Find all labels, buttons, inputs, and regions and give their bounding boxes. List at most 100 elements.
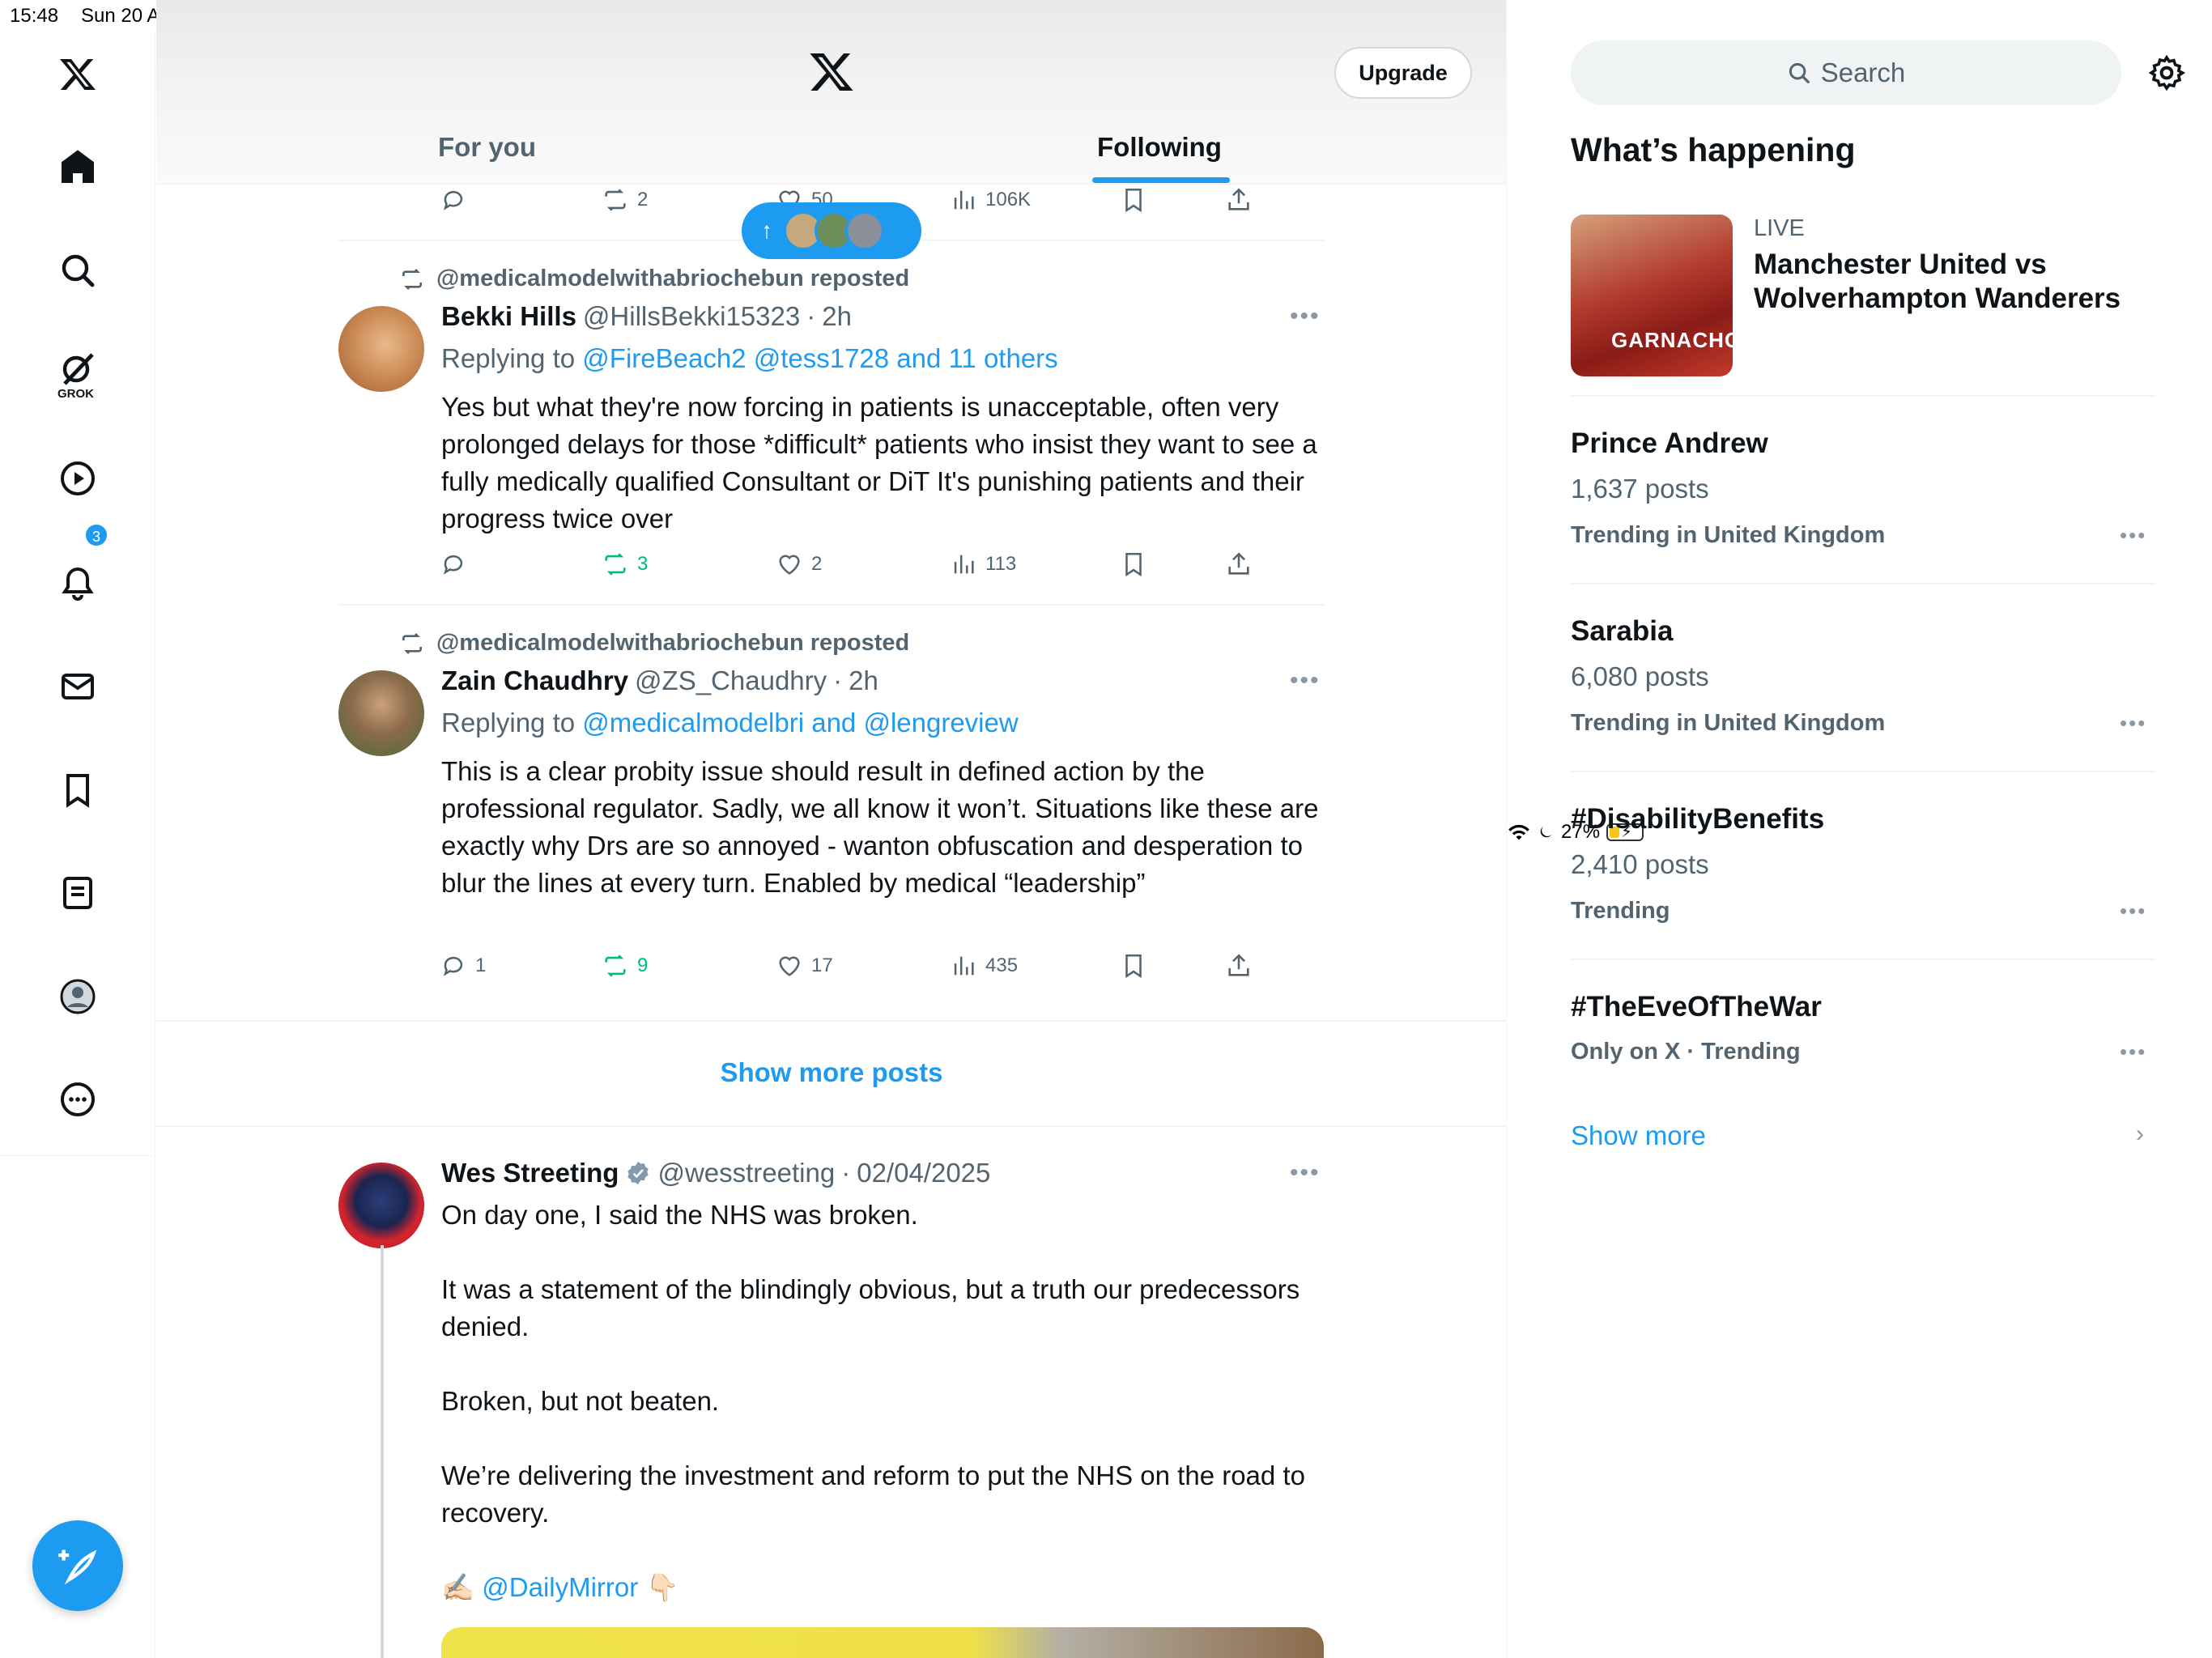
replying-to-link[interactable]: @medicalmodelbri and @lengreview (582, 708, 1018, 738)
author-handle[interactable]: @HillsBekki15323 (583, 301, 800, 332)
tweet-actions: 3 2 113 (440, 551, 1249, 583)
gear-icon[interactable] (2147, 53, 2186, 92)
more-icon[interactable]: ••• (2120, 1039, 2146, 1065)
trend-context: Trending in United Kingdom (1571, 522, 1886, 548)
x-logo-icon[interactable] (49, 45, 107, 104)
trend-name[interactable]: Prince Andrew (1571, 427, 1768, 460)
profile-icon[interactable] (49, 967, 107, 1026)
heart-icon (779, 956, 800, 976)
show-more-link[interactable]: Show more (1571, 1120, 1706, 1151)
tweet-media-image[interactable] (441, 1627, 1324, 1658)
tweet-line: Broken, but not beaten. (441, 1386, 720, 1416)
status-time: 15:48 (10, 5, 59, 27)
arrow-up-icon: ↑ (761, 218, 772, 243)
retweet-count: 3 (637, 553, 649, 575)
like-button[interactable]: 2 (776, 551, 822, 578)
avatar[interactable] (338, 306, 424, 392)
more-icon[interactable]: ••• (1290, 1159, 1321, 1187)
retweet-icon (605, 189, 626, 211)
retweet-icon (605, 553, 626, 576)
avatar[interactable] (338, 670, 424, 756)
more-icon[interactable]: ••• (2120, 899, 2146, 924)
show-more-posts-button[interactable]: Show more posts (156, 1020, 1506, 1125)
author-name[interactable]: Bekki Hills (441, 301, 576, 332)
divider (1571, 771, 2155, 772)
active-tab-indicator (1092, 177, 1230, 183)
replying-to-link[interactable]: @FireBeach2 @tess1728 and 11 others (582, 343, 1057, 373)
trend-name[interactable]: Sarabia (1571, 615, 1673, 648)
more-icon[interactable]: ••• (2120, 711, 2146, 736)
share-icon (1228, 188, 1249, 210)
live-event-image[interactable]: GARNACHO (1571, 215, 1733, 376)
divider (1571, 959, 2155, 960)
author-name[interactable]: Zain Chaudhry (441, 665, 628, 696)
bookmarks-icon[interactable] (49, 761, 107, 819)
mention-link[interactable]: @DailyMirror (482, 1572, 638, 1602)
views-button[interactable]: 435 (950, 952, 1018, 980)
lists-icon[interactable] (49, 864, 107, 922)
tweet-line: It was a statement of the blindingly obv… (441, 1274, 1300, 1341)
bookmark-button[interactable] (1120, 186, 1147, 214)
share-button[interactable] (1225, 186, 1253, 214)
bookmark-icon (1125, 552, 1142, 577)
tweet-date[interactable]: 02/04/2025 (857, 1158, 990, 1188)
live-label: LIVE (1754, 215, 1805, 241)
retweet-button[interactable]: 9 (602, 952, 648, 980)
main-timeline: Upgrade For you Following ↑ 2 50 106K @m… (156, 0, 1507, 1658)
tweet-line: On day one, I said the NHS was broken. (441, 1200, 918, 1230)
like-count: 17 (811, 954, 833, 976)
reply-button[interactable] (440, 186, 467, 214)
author-name[interactable]: Wes Streeting (441, 1158, 619, 1188)
like-button[interactable]: 17 (776, 952, 833, 980)
tab-following[interactable]: Following (1097, 132, 1222, 163)
search-input[interactable]: Search (1571, 40, 2121, 105)
divider (156, 1125, 1506, 1127)
trend-count: 2,410 posts (1571, 849, 1709, 879)
more-icon[interactable]: ••• (1290, 667, 1321, 695)
retweet-count: 9 (637, 954, 649, 976)
more-options-icon[interactable] (49, 1070, 107, 1129)
views-button[interactable]: 106K (950, 186, 1031, 214)
new-posts-pill[interactable]: ↑ (742, 202, 921, 259)
search-icon[interactable] (49, 241, 107, 300)
feather-plus-icon (58, 1550, 97, 1585)
bookmark-button[interactable] (1120, 952, 1147, 980)
bookmark-button[interactable] (1120, 551, 1147, 578)
live-event-title[interactable]: Manchester United vs Wolverhampton Wande… (1754, 248, 2175, 316)
notifications-icon[interactable] (49, 555, 107, 613)
tweet-header: Zain Chaudhry @ZS_Chaudhry · 2h (441, 665, 878, 696)
retweet-icon (402, 632, 422, 654)
tweet-header: Bekki Hills @HillsBekki15323 · 2h (441, 301, 852, 332)
home-icon[interactable] (49, 138, 107, 196)
reply-button[interactable]: 1 (440, 952, 486, 980)
share-button[interactable] (1225, 551, 1253, 578)
upgrade-button[interactable]: Upgrade (1334, 47, 1472, 99)
separator: · (841, 1158, 851, 1188)
share-button[interactable] (1225, 952, 1253, 980)
video-icon[interactable] (49, 449, 107, 508)
views-button[interactable]: 113 (950, 551, 1016, 578)
reply-icon (443, 956, 463, 976)
pointing-down-emoji: 👇🏻 (645, 1572, 679, 1602)
search-icon (1789, 62, 1810, 83)
chevron-right-icon[interactable]: › (2136, 1120, 2144, 1148)
tweet-time[interactable]: 2h (822, 301, 852, 332)
thread-line (381, 1245, 384, 1658)
more-icon[interactable]: ••• (2120, 523, 2146, 548)
messages-icon[interactable] (49, 657, 107, 716)
more-icon[interactable]: ••• (1290, 303, 1321, 330)
avatar[interactable] (338, 1163, 424, 1248)
repost-text: @medicalmodelwithabriochebun reposted (436, 266, 910, 291)
author-handle[interactable]: @wesstreeting (657, 1158, 835, 1188)
x-header-logo-icon[interactable] (808, 49, 855, 108)
tweet-time[interactable]: 2h (849, 665, 878, 696)
compose-post-button[interactable] (32, 1520, 123, 1611)
retweet-button[interactable]: 3 (602, 551, 648, 578)
reply-button[interactable] (440, 551, 475, 578)
tab-for-you[interactable]: For you (438, 132, 536, 163)
trend-name[interactable]: #TheEveOfTheWar (1571, 991, 1822, 1023)
trend-name[interactable]: #DisabilityBenefits (1571, 803, 1824, 835)
retweet-button[interactable]: 2 (602, 186, 648, 214)
reply-icon (443, 190, 463, 210)
author-handle[interactable]: @ZS_Chaudhry (635, 665, 827, 696)
